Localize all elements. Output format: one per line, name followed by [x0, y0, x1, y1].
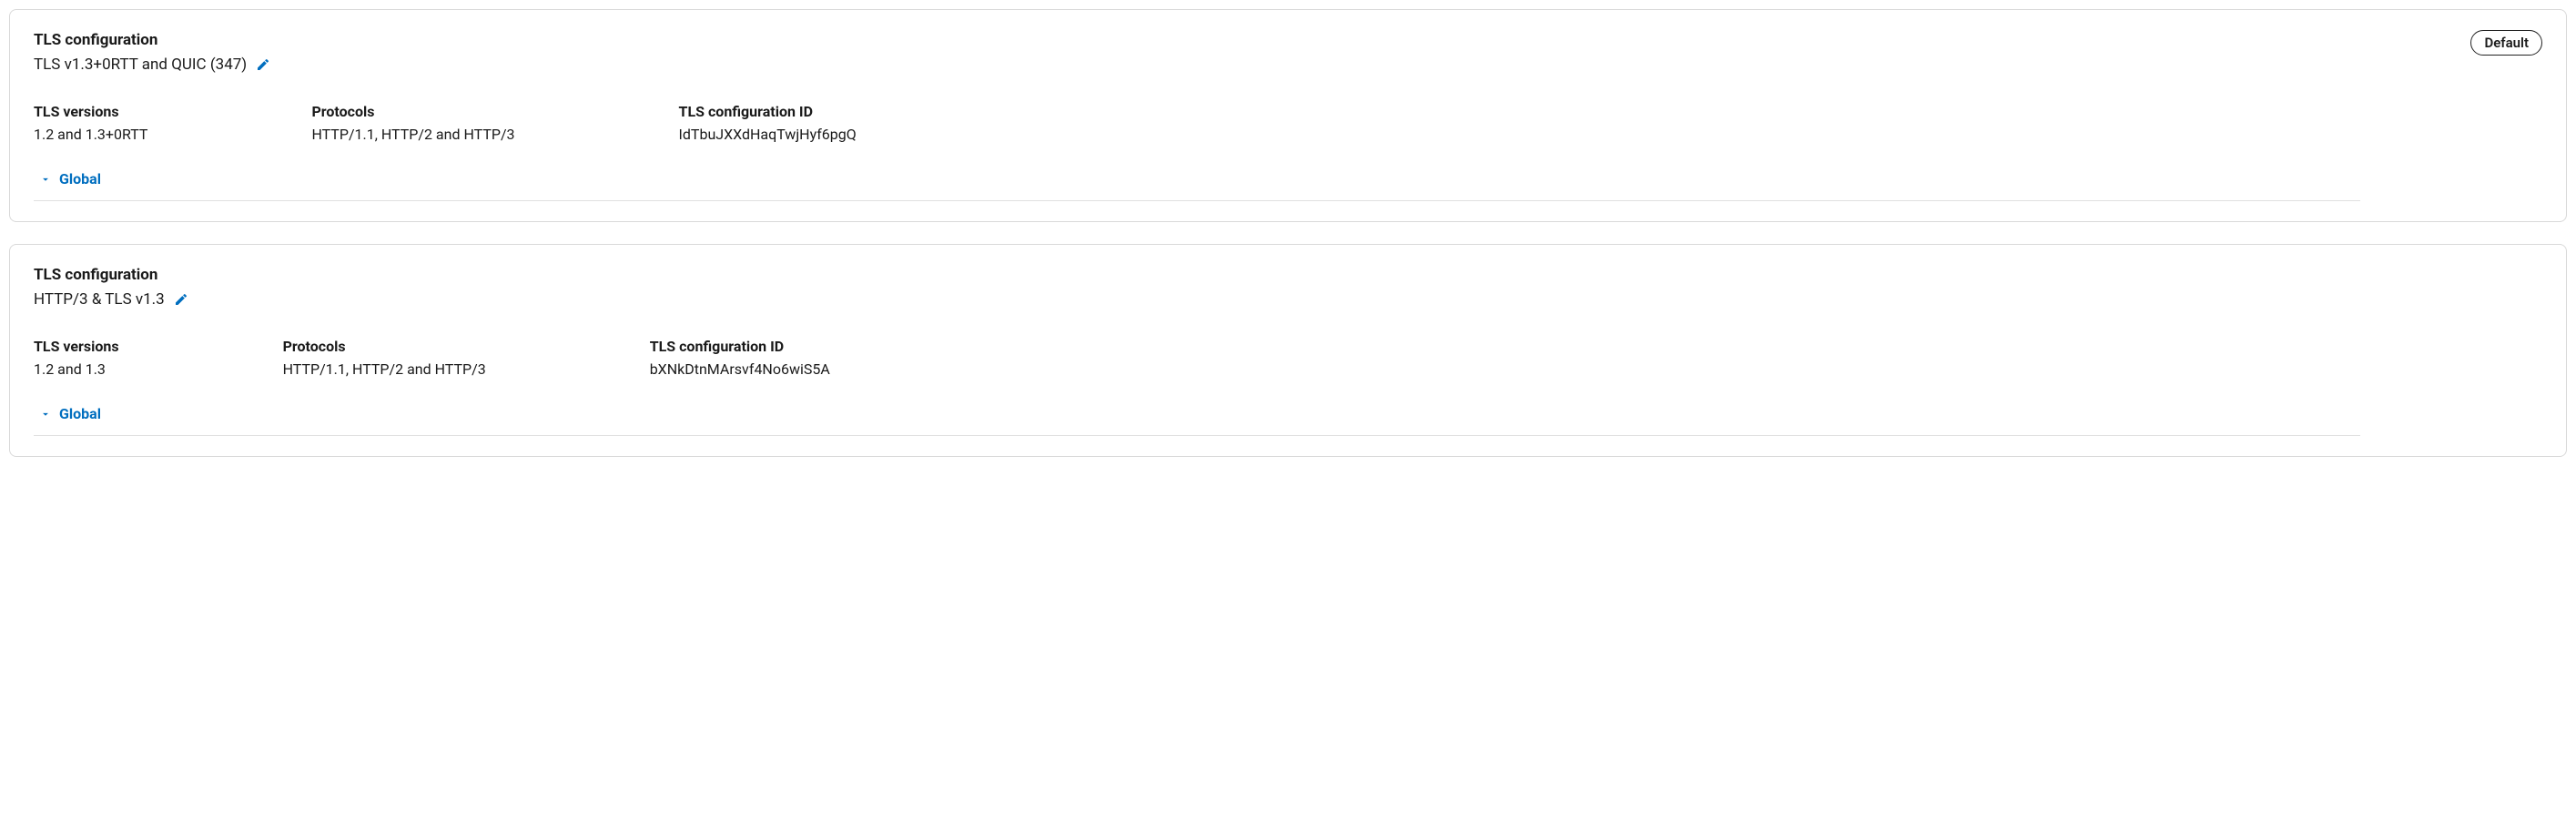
field-value: bXNkDtnMArsvf4No6wiS5A — [650, 360, 830, 378]
field-value: 1.2 and 1.3 — [34, 360, 119, 378]
card-title-block: TLS configuration HTTP/3 & TLS v1.3 — [34, 265, 190, 309]
card-title: TLS configuration — [34, 30, 272, 50]
expander-label: Global — [59, 170, 101, 188]
field-value: HTTP/1.1, HTTP/2 and HTTP/3 — [311, 126, 514, 143]
field-label: TLS configuration ID — [650, 338, 830, 355]
field-config-id: TLS configuration ID IdTbuJXXdHaqTwjHyf6… — [679, 103, 857, 143]
card-subtitle: HTTP/3 & TLS v1.3 — [34, 290, 165, 309]
card-header: TLS configuration TLS v1.3+0RTT and QUIC… — [34, 30, 2542, 74]
tls-config-card: TLS configuration HTTP/3 & TLS v1.3 TLS … — [9, 244, 2567, 457]
card-subtitle: TLS v1.3+0RTT and QUIC (347) — [34, 56, 247, 74]
field-tls-versions: TLS versions 1.2 and 1.3+0RTT — [34, 103, 147, 143]
divider — [34, 435, 2360, 436]
card-subtitle-row: HTTP/3 & TLS v1.3 — [34, 290, 190, 309]
fields-row: TLS versions 1.2 and 1.3 Protocols HTTP/… — [34, 338, 2542, 378]
card-subtitle-row: TLS v1.3+0RTT and QUIC (347) — [34, 56, 272, 74]
field-value: 1.2 and 1.3+0RTT — [34, 126, 147, 143]
expander-section: Global — [34, 405, 2542, 436]
chevron-down-icon — [39, 408, 52, 421]
card-header: TLS configuration HTTP/3 & TLS v1.3 — [34, 265, 2542, 309]
tls-config-card: TLS configuration TLS v1.3+0RTT and QUIC… — [9, 9, 2567, 222]
global-expander[interactable]: Global — [34, 405, 103, 435]
card-title: TLS configuration — [34, 265, 190, 285]
global-expander[interactable]: Global — [34, 170, 103, 200]
default-badge: Default — [2470, 30, 2542, 56]
field-protocols: Protocols HTTP/1.1, HTTP/2 and HTTP/3 — [311, 103, 514, 143]
edit-icon[interactable] — [254, 56, 272, 74]
field-label: Protocols — [283, 338, 486, 355]
field-label: TLS versions — [34, 103, 147, 120]
divider — [34, 200, 2360, 201]
card-title-block: TLS configuration TLS v1.3+0RTT and QUIC… — [34, 30, 272, 74]
field-tls-versions: TLS versions 1.2 and 1.3 — [34, 338, 119, 378]
field-label: TLS configuration ID — [679, 103, 857, 120]
field-value: HTTP/1.1, HTTP/2 and HTTP/3 — [283, 360, 486, 378]
field-label: TLS versions — [34, 338, 119, 355]
field-label: Protocols — [311, 103, 514, 120]
field-value: IdTbuJXXdHaqTwjHyf6pgQ — [679, 126, 857, 143]
expander-section: Global — [34, 170, 2542, 201]
edit-icon[interactable] — [172, 290, 190, 309]
fields-row: TLS versions 1.2 and 1.3+0RTT Protocols … — [34, 103, 2542, 143]
chevron-down-icon — [39, 173, 52, 186]
field-protocols: Protocols HTTP/1.1, HTTP/2 and HTTP/3 — [283, 338, 486, 378]
expander-label: Global — [59, 405, 101, 422]
field-config-id: TLS configuration ID bXNkDtnMArsvf4No6wi… — [650, 338, 830, 378]
